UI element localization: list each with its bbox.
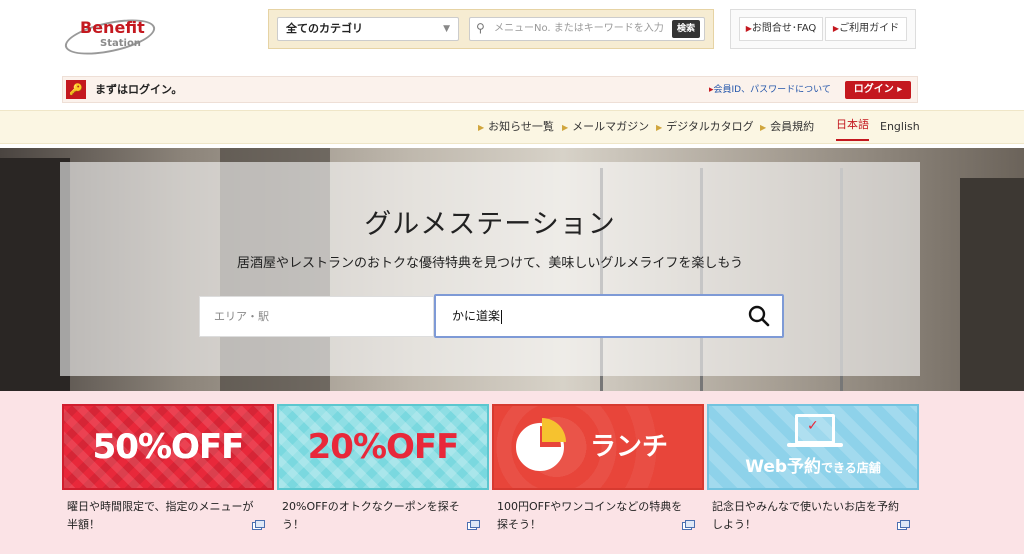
nav-item-label: お知らせ一覧 — [488, 120, 554, 133]
login-bar: 🔑 まずはログイン。 ▸会員ID、パスワードについて ログイン ▸ — [62, 76, 918, 103]
login-button-label: ログイン — [853, 84, 894, 95]
card-description: 記念日やみんなで使いたいお店を予約しよう！ — [712, 500, 899, 531]
triangle-right-icon: ▶ — [562, 123, 569, 132]
nav-item-news[interactable]: ▶ お知らせ一覧 — [478, 111, 554, 144]
key-icon: 🔑 — [66, 80, 86, 99]
laptop-base-icon — [787, 443, 843, 447]
header-search-box: 全てのカテゴリ ▼ ⚲ メニューNo. またはキーワードを入力 検索 — [268, 9, 714, 49]
search-button[interactable]: 検索 — [672, 20, 700, 38]
feature-card-web-reservation[interactable]: ✓ Web予約できる店舗 記念日やみんなで使いたいお店を予約しよう！ — [707, 404, 919, 534]
banner-text: ランチ — [590, 432, 669, 462]
password-help-label: 会員ID、パスワードについて — [713, 85, 831, 95]
banner-text: Web予約できる店舗 — [709, 452, 917, 477]
nav-item-label: メールマガジン — [572, 120, 650, 133]
banner-text: 50%OFF — [92, 427, 245, 467]
external-link-icon[interactable] — [682, 520, 695, 530]
half-price-banner[interactable]: 50%OFF — [62, 404, 274, 490]
chevron-down-icon: ▼ — [443, 24, 450, 34]
nav-item-mail-magazine[interactable]: ▶ メールマガジン — [562, 111, 649, 144]
triangle-right-icon: ▶ — [760, 123, 767, 132]
contact-faq-label: お問合せ･FAQ — [751, 23, 817, 34]
card-description: 曜日や時間限定で、指定のメニューが半額！ — [67, 500, 254, 531]
category-select[interactable]: 全てのカテゴリ ▼ — [277, 17, 459, 41]
nav-item-label: 会員規約 — [770, 120, 815, 133]
user-guide-button[interactable]: ▶ご利用ガイド — [825, 17, 907, 41]
external-link-icon[interactable] — [467, 520, 480, 530]
external-link-icon[interactable] — [897, 520, 910, 530]
feature-card-lunch[interactable]: ランチ 100円OFFやワンコインなどの特典を探そう！ — [492, 404, 704, 534]
card-description: 20%OFFのオトクなクーポンを探そう！ — [282, 500, 460, 531]
login-button[interactable]: ログイン ▸ — [845, 81, 911, 99]
search-icon[interactable] — [746, 303, 772, 329]
benefit-station-logo[interactable]: Benefit Station — [61, 8, 159, 62]
nav-item-terms[interactable]: ▶ 会員規約 — [760, 111, 814, 144]
language-english[interactable]: English — [880, 111, 920, 143]
site-header: Benefit Station 全てのカテゴリ ▼ ⚲ メニューNo. またはキ… — [0, 0, 1024, 72]
triangle-right-icon: ▶ — [656, 123, 663, 132]
banner-text-main: Web予約 — [745, 457, 822, 477]
feature-card-20-off[interactable]: 20%OFF 20%OFFのオトクなクーポンを探そう！ — [277, 404, 489, 534]
feature-cards-section: 50%OFF 曜日や時間限定で、指定のメニューが半額！ 20%OFF 20%OF… — [0, 391, 1024, 554]
banner-text: 20%OFF — [307, 427, 460, 467]
hero-title: グルメステーション — [364, 209, 616, 240]
nav-item-label: デジタルカタログ — [666, 120, 754, 133]
hero-subtitle: 居酒屋やレストランのおトクな優待特典を見つけて、美味しいグルメライフを楽しもう — [237, 256, 743, 271]
search-icon: ⚲ — [476, 21, 485, 35]
twenty-off-banner[interactable]: 20%OFF — [277, 404, 489, 490]
hero-banner: グルメステーション 居酒屋やレストランのおトクな優待特典を見つけて、美味しいグル… — [0, 148, 1024, 391]
contact-faq-button[interactable]: ▶お問合せ･FAQ — [739, 17, 823, 41]
login-prompt: まずはログイン。 — [95, 83, 183, 96]
card-description: 100円OFFやワンコインなどの特典を探そう！ — [497, 500, 683, 531]
text-caret — [501, 309, 503, 324]
keyword-search-input[interactable]: ⚲ メニューNo. またはキーワードを入力 検索 — [469, 17, 705, 41]
language-japanese[interactable]: 日本語 — [836, 111, 869, 141]
restaurant-keyword-value: かに道楽 — [452, 309, 501, 323]
keyword-search-placeholder: メニューNo. またはキーワードを入力 — [494, 23, 664, 34]
category-select-value: 全てのカテゴリ — [286, 22, 363, 35]
checkmark-icon: ✓ — [807, 418, 819, 434]
web-reservation-banner[interactable]: ✓ Web予約できる店舗 — [707, 404, 919, 490]
area-station-input[interactable]: エリア・駅 — [199, 296, 434, 337]
password-help-link[interactable]: ▸会員ID、パスワードについて — [709, 77, 831, 103]
logo-text-station: Station — [100, 38, 141, 49]
triangle-right-icon: ▶ — [478, 123, 485, 132]
user-guide-label: ご利用ガイド — [839, 23, 900, 34]
lunch-banner[interactable]: ランチ — [492, 404, 704, 490]
global-nav: ▶ お知らせ一覧 ▶ メールマガジン ▶ デジタルカタログ ▶ 会員規約 日本語 Eng… — [0, 110, 1024, 144]
help-links: ▶お問合せ･FAQ ▶ご利用ガイド — [730, 9, 916, 49]
nav-item-digital-catalog[interactable]: ▶ デジタルカタログ — [656, 111, 754, 144]
restaurant-keyword-input[interactable]: かに道楽 — [434, 294, 784, 338]
logo-text-benefit: Benefit — [80, 18, 145, 37]
feature-card-half-price[interactable]: 50%OFF 曜日や時間限定で、指定のメニューが半額！ — [62, 404, 274, 534]
external-link-icon[interactable] — [252, 520, 265, 530]
banner-text-sub: できる店舗 — [821, 461, 881, 475]
